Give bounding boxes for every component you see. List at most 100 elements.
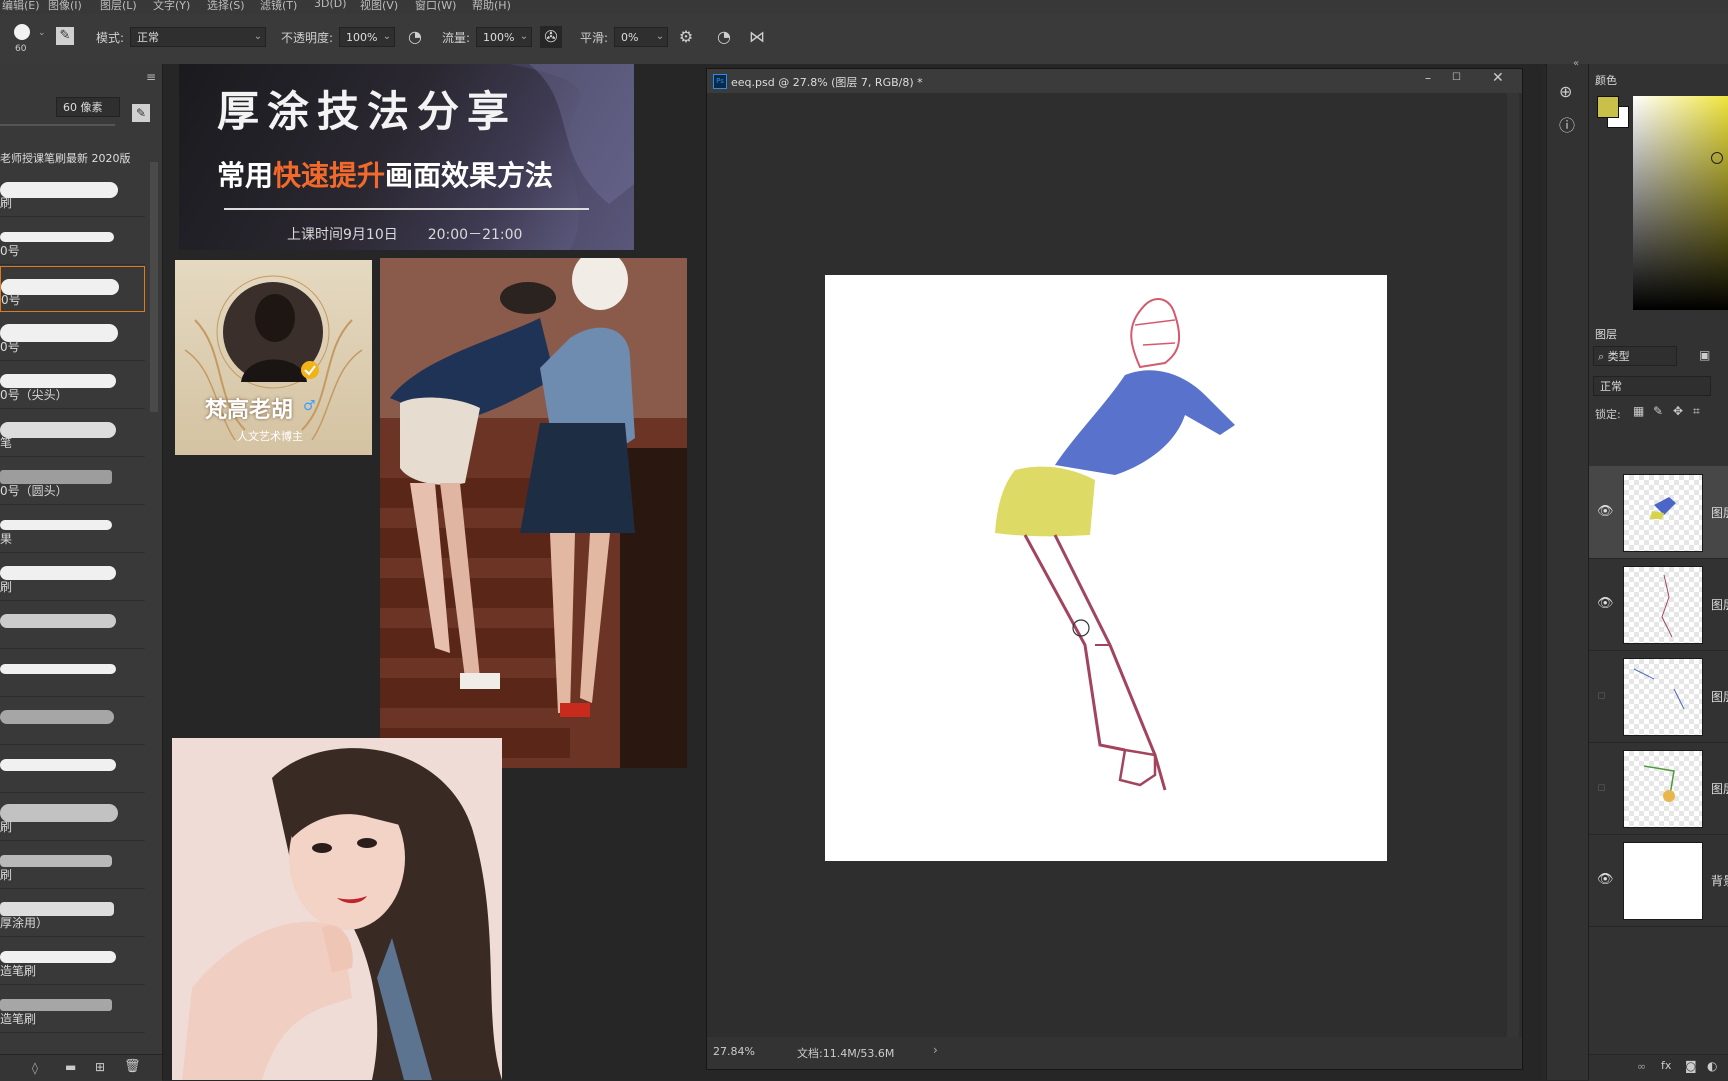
size-slider-track[interactable] [0, 124, 115, 126]
eye-hidden-icon[interactable]: ▫ [1597, 780, 1606, 795]
lock-transparency-icon[interactable]: ▦ [1633, 404, 1644, 418]
menu-type[interactable]: 文字(Y) [153, 0, 190, 13]
menu-window[interactable]: 窗口(W) [415, 0, 456, 13]
brush-toggle-icon[interactable]: ◊ [32, 1061, 38, 1075]
brush-item[interactable]: 刷 [0, 842, 145, 889]
brush-item[interactable]: 造笔刷 [0, 938, 145, 985]
image-filter-icon[interactable]: ▣ [1699, 348, 1710, 362]
brush-stroke-preview [0, 664, 116, 674]
close-icon[interactable]: ✕ [1492, 70, 1504, 86]
menu-image[interactable]: 图像(I) [48, 0, 82, 13]
eye-icon[interactable]: 👁 [1597, 872, 1614, 887]
brush-size-label: 60 [15, 44, 27, 54]
brush-item[interactable]: 造笔刷 [0, 986, 145, 1033]
menu-filter[interactable]: 滤镜(T) [260, 0, 297, 13]
brush-item[interactable] [0, 698, 145, 745]
blend-mode-select[interactable]: 正常 [1593, 376, 1711, 396]
panel-menu-icon[interactable]: ≡ [146, 70, 156, 84]
brush-item[interactable]: 0号 [0, 218, 145, 265]
brush-item[interactable] [0, 650, 145, 697]
brush-scrollbar[interactable] [150, 162, 158, 412]
reference-banner: 厚涂技法分享 常用快速提升画面效果方法 上课时间9月10日 20:00－21:00 [179, 64, 634, 250]
collapse-arrows-icon[interactable]: « [1573, 58, 1579, 69]
layers-footer: ∞ fx ◙ ◐ [1589, 1054, 1728, 1081]
brush-item[interactable]: 0号 [0, 314, 145, 361]
color-picker-marker[interactable] [1711, 152, 1723, 164]
chevron-right-icon[interactable]: › [933, 1043, 938, 1057]
layer-row[interactable]: 👁 图层 [1589, 466, 1728, 559]
canvas[interactable] [825, 275, 1387, 861]
brush-group-title[interactable]: 老师授课笔刷最新 2020版 [0, 150, 131, 166]
brush-item[interactable]: 刷 [0, 794, 145, 841]
lock-move-icon[interactable]: ✥ [1673, 404, 1683, 418]
info-icon[interactable]: ⓘ [1559, 112, 1575, 136]
brush-item[interactable]: 0号（尖头） [0, 362, 145, 409]
mode-select[interactable]: 正常 [130, 27, 266, 47]
brush-preset-picker[interactable]: 60 ⌄ [10, 22, 46, 58]
color-sampler-icon[interactable]: ⊕ [1559, 82, 1572, 101]
pressure-opacity-icon[interactable]: ◔ [404, 26, 426, 48]
folder-icon[interactable]: ▬ [65, 1060, 76, 1074]
brush-item[interactable]: 笔 [0, 410, 145, 457]
brush-dot-icon [14, 24, 30, 40]
trash-icon[interactable]: 🗑 [124, 1059, 141, 1074]
zoom-level[interactable]: 27.84% [713, 1045, 755, 1058]
symmetry-butterfly-icon[interactable]: ⋈ [746, 26, 768, 48]
gear-icon[interactable]: ⚙ [675, 26, 697, 48]
eye-hidden-icon[interactable]: ▫ [1597, 688, 1606, 703]
brush-settings-icon[interactable]: ✎ [56, 27, 74, 45]
brush-name: 刷 [0, 868, 13, 882]
brush-item[interactable]: 厚涂用） [0, 890, 145, 937]
document-vscroll[interactable] [1507, 93, 1519, 1037]
brush-item[interactable] [0, 602, 145, 649]
new-item-icon[interactable]: ⊞ [95, 1060, 105, 1074]
menu-layer[interactable]: 图层(L) [100, 0, 137, 13]
menu-view[interactable]: 视图(V) [360, 0, 398, 13]
brush-item[interactable]: 果 [0, 506, 145, 553]
airbrush-icon[interactable]: ✇ [540, 26, 562, 48]
document-titlebar[interactable]: Ps eeq.psd @ 27.8% (图层 7, RGB/8) * – ☐ ✕ [707, 69, 1522, 93]
minimize-icon[interactable]: – [1425, 71, 1431, 85]
reference-photo-staircase [380, 258, 687, 768]
lock-brush-icon[interactable]: ✎ [1653, 404, 1663, 418]
brush-item[interactable]: 刷 [0, 170, 145, 217]
brush-size-field[interactable]: 60 像素 [56, 97, 120, 117]
menu-3d[interactable]: 3D(D) [314, 0, 347, 10]
lock-artboard-icon[interactable]: ⌗ [1693, 404, 1700, 419]
fx-icon[interactable]: fx [1661, 1059, 1671, 1072]
brush-item[interactable]: 刷 [0, 554, 145, 601]
maximize-icon[interactable]: ☐ [1452, 72, 1461, 83]
banner-subtitle-highlight: 快速提升 [273, 159, 386, 192]
brush-stroke-preview [0, 182, 118, 198]
menu-edit[interactable]: 编辑(E) [2, 0, 40, 13]
menu-help[interactable]: 帮助(H) [472, 0, 511, 13]
opacity-label: 不透明度: [281, 31, 334, 45]
lock-label: 锁定: [1595, 408, 1621, 421]
brush-item[interactable]: 0号（圆头） [0, 458, 145, 505]
color-field[interactable] [1633, 96, 1728, 310]
link-icon[interactable]: ∞ [1637, 1060, 1646, 1073]
brush-item[interactable] [0, 746, 145, 793]
layer-row[interactable]: 👁 背景 [1589, 834, 1728, 927]
pressure-size-icon[interactable]: ◔ [713, 26, 735, 48]
brush-name: 笔 [0, 436, 13, 450]
mask-icon[interactable]: ◙ [1685, 1059, 1697, 1073]
layer-row[interactable]: 👁 图层 [1589, 558, 1728, 651]
brush-stroke-preview [0, 759, 116, 771]
chevron-down-icon: ⌄ [382, 31, 392, 42]
eye-icon[interactable]: 👁 [1597, 504, 1614, 519]
new-brush-icon[interactable]: ✎ [132, 104, 150, 122]
eye-icon[interactable]: 👁 [1597, 596, 1614, 611]
foreground-color-swatch[interactable] [1597, 96, 1619, 118]
layer-row[interactable]: ▫ 图层 [1589, 742, 1728, 835]
layer-filter-select[interactable]: ⌕ 类型 [1593, 346, 1677, 366]
adjustment-icon[interactable]: ◐ [1707, 1059, 1717, 1073]
brush-stroke-preview [0, 855, 112, 867]
layer-row[interactable]: ▫ 图层 [1589, 650, 1728, 743]
color-panel-tab[interactable]: 颜色 [1595, 72, 1617, 88]
brush-item[interactable]: 0号 [0, 266, 145, 312]
brush-name: 刷 [0, 580, 13, 594]
menu-select[interactable]: 选择(S) [207, 0, 245, 13]
profile-role: 人文艺术博主 [237, 430, 303, 443]
layers-panel-tab[interactable]: 图层 [1595, 326, 1617, 342]
